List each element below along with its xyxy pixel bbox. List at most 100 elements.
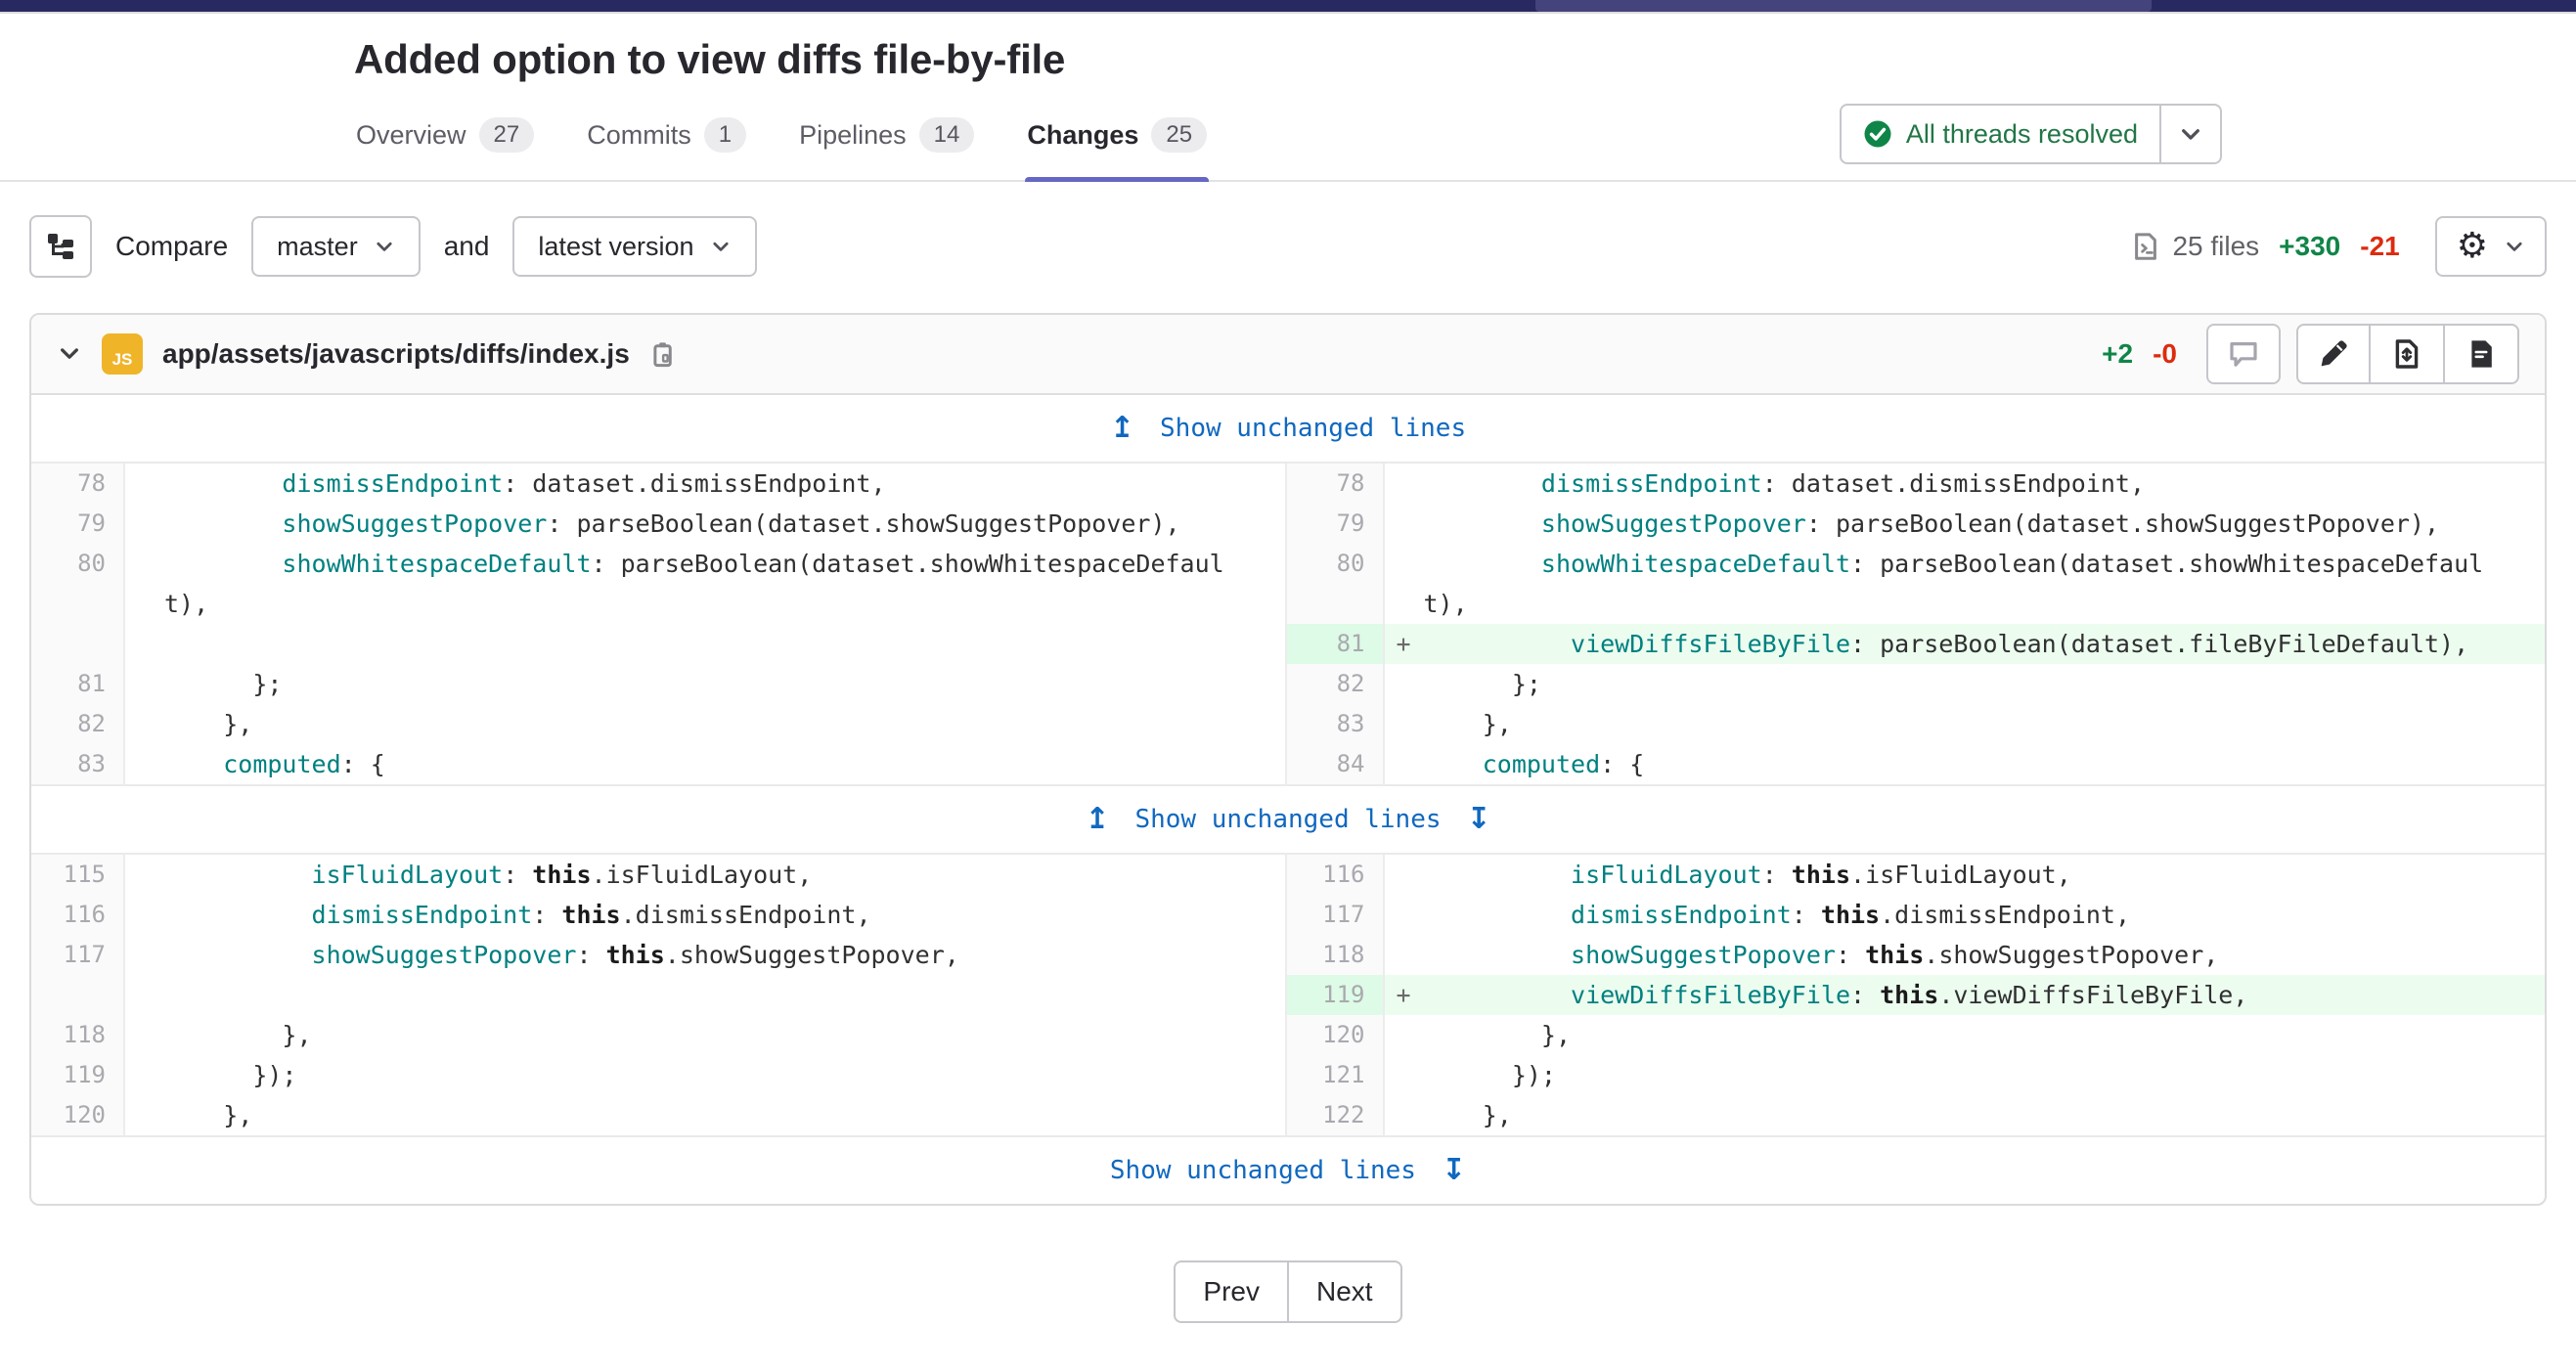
new-line-number[interactable]: 117	[1286, 895, 1384, 935]
old-line-number[interactable]: 115	[31, 854, 124, 895]
new-line-number[interactable]: 84	[1286, 744, 1384, 785]
old-code-cell: showWhitespaceDefault: parseBoolean(data…	[124, 544, 1286, 624]
old-line-number[interactable]: 119	[31, 1055, 124, 1095]
new-code-cell: + viewDiffsFileByFile: this.viewDiffsFil…	[1384, 975, 2546, 1015]
tab-commits[interactable]: Commits 1	[585, 92, 748, 180]
old-line-number[interactable]: 81	[31, 664, 124, 704]
mr-tabs: Overview27 Commits 1 Pipelines14 Changes25	[354, 92, 1209, 180]
next-file-button[interactable]: Next	[1288, 1260, 1402, 1323]
new-line-number[interactable]: 82	[1286, 664, 1384, 704]
show-unchanged-lines-link[interactable]: ↥ Show unchanged lines ↧	[31, 786, 2545, 853]
diff-row-context: 83 computed: {84 computed: {	[31, 744, 2545, 785]
tab-pipelines[interactable]: Pipelines14	[797, 92, 976, 180]
addition-sign: +	[1397, 975, 1411, 1015]
diff-row-context: 119 });121 });	[31, 1055, 2545, 1095]
navbar-search-field[interactable]	[1535, 0, 2152, 12]
compare-versions-icon	[2391, 338, 2422, 370]
source-branch-value: master	[277, 232, 358, 262]
expand-up-icon[interactable]: ↥	[1085, 805, 1109, 834]
new-code-cell: dismissEndpoint: dataset.dismissEndpoint…	[1384, 463, 2546, 504]
resolved-dropdown-button[interactable]	[2161, 104, 2222, 164]
all-threads-resolved-button[interactable]: All threads resolved	[1840, 104, 2161, 164]
new-line-number[interactable]: 83	[1286, 704, 1384, 744]
show-unchanged-lines-label[interactable]: Show unchanged lines	[1110, 1156, 1416, 1185]
diff-row-context: 81 };82 };	[31, 664, 2545, 704]
old-line-number[interactable]: 118	[31, 1015, 124, 1055]
diff-settings-dropdown[interactable]: ⚙	[2435, 216, 2547, 277]
compare-versions-button[interactable]	[2371, 324, 2445, 384]
toggle-comments-button[interactable]	[2206, 324, 2281, 384]
old-line-number[interactable]: 78	[31, 463, 124, 504]
expand-up-icon[interactable]: ↥	[1110, 414, 1134, 443]
file-tree-toggle-button[interactable]	[29, 215, 92, 278]
new-line-number[interactable]: 120	[1286, 1015, 1384, 1055]
document-icon	[2465, 338, 2497, 370]
total-deletions: -21	[2360, 231, 2399, 262]
show-unchanged-lines-label[interactable]: Show unchanged lines	[1160, 414, 1466, 443]
new-line-number[interactable]: 119	[1286, 975, 1384, 1015]
old-code-cell: dismissEndpoint: this.dismissEndpoint,	[124, 895, 1286, 935]
tab-count-badge: 1	[704, 117, 746, 153]
show-unchanged-lines-link[interactable]: Show unchanged lines ↧	[31, 1137, 2545, 1204]
prev-file-button[interactable]: Prev	[1174, 1260, 1288, 1323]
target-version-value: latest version	[538, 232, 693, 262]
expand-down-icon[interactable]: ↧	[1467, 805, 1491, 834]
tab-count-badge: 27	[479, 117, 535, 153]
diff-row-context: 117 showSuggestPopover: this.showSuggest…	[31, 935, 2545, 975]
expand-down-icon[interactable]: ↧	[1442, 1156, 1466, 1185]
old-code-cell	[124, 975, 1286, 1015]
old-line-number[interactable]: 80	[31, 544, 124, 624]
check-circle-icon	[1863, 119, 1892, 149]
new-line-number[interactable]: 78	[1286, 463, 1384, 504]
source-branch-dropdown[interactable]: master	[251, 216, 421, 277]
old-code-cell: dismissEndpoint: dataset.dismissEndpoint…	[124, 463, 1286, 504]
new-line-number[interactable]: 80	[1286, 544, 1384, 624]
file-path[interactable]: app/assets/javascripts/diffs/index.js	[162, 338, 630, 370]
old-line-number[interactable]: 82	[31, 704, 124, 744]
old-line-number	[31, 975, 124, 1015]
new-line-number[interactable]: 121	[1286, 1055, 1384, 1095]
diff-row-added: 119+ viewDiffsFileByFile: this.viewDiffs…	[31, 975, 2545, 1015]
new-code-cell: + viewDiffsFileByFile: parseBoolean(data…	[1384, 624, 2546, 664]
diff-row-context: 115 isFluidLayout: this.isFluidLayout,11…	[31, 854, 2545, 895]
copy-path-button[interactable]	[647, 339, 677, 369]
old-line-number[interactable]: 116	[31, 895, 124, 935]
old-line-number[interactable]: 83	[31, 744, 124, 785]
diff-row-added: 81+ viewDiffsFileByFile: parseBoolean(da…	[31, 624, 2545, 664]
target-version-dropdown[interactable]: latest version	[512, 216, 756, 277]
tab-label: Commits	[587, 120, 691, 151]
chevron-down-icon	[374, 236, 395, 257]
files-count-label: 25 files	[2172, 231, 2259, 262]
old-code-cell: showSuggestPopover: this.showSuggestPopo…	[124, 935, 1286, 975]
expand-lines-row: ↥ Show unchanged lines	[31, 395, 2545, 463]
new-line-number[interactable]: 118	[1286, 935, 1384, 975]
new-line-number[interactable]: 81	[1286, 624, 1384, 664]
top-navbar	[0, 0, 2576, 14]
old-line-number[interactable]: 117	[31, 935, 124, 975]
tab-label: Changes	[1027, 120, 1138, 151]
collapse-file-chevron-icon[interactable]	[57, 341, 82, 367]
pencil-icon	[2318, 338, 2349, 370]
new-code-cell: showSuggestPopover: this.showSuggestPopo…	[1384, 935, 2546, 975]
new-line-number[interactable]: 79	[1286, 504, 1384, 544]
old-code-cell: isFluidLayout: this.isFluidLayout,	[124, 854, 1286, 895]
show-unchanged-lines-label[interactable]: Show unchanged lines	[1134, 805, 1441, 834]
show-unchanged-lines-link[interactable]: ↥ Show unchanged lines	[31, 395, 2545, 462]
old-line-number[interactable]: 79	[31, 504, 124, 544]
tab-changes[interactable]: Changes25	[1025, 92, 1209, 180]
old-code-cell: },	[124, 704, 1286, 744]
old-code-cell: };	[124, 664, 1286, 704]
tab-overview[interactable]: Overview27	[354, 92, 536, 180]
old-code-cell: computed: {	[124, 744, 1286, 785]
mr-tabs-bar: Overview27 Commits 1 Pipelines14 Changes25 A…	[0, 92, 2576, 182]
view-file-button[interactable]	[2445, 324, 2519, 384]
old-line-number[interactable]: 120	[31, 1095, 124, 1136]
file-tree-icon	[45, 231, 76, 262]
new-line-number[interactable]: 122	[1286, 1095, 1384, 1136]
old-code-cell: },	[124, 1095, 1286, 1136]
new-line-number[interactable]: 116	[1286, 854, 1384, 895]
edit-file-button[interactable]	[2296, 324, 2371, 384]
old-line-number	[31, 624, 124, 664]
new-code-cell: };	[1384, 664, 2546, 704]
resolved-label: All threads resolved	[1906, 119, 2138, 150]
